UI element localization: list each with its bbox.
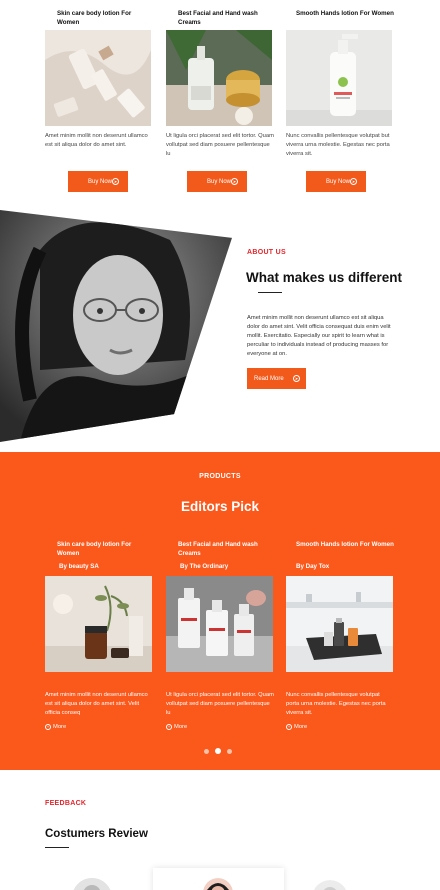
about-heading: What makes us different bbox=[246, 270, 403, 285]
customer-avatar-3 bbox=[313, 880, 347, 890]
arrow-right-circle-icon: ➤ bbox=[350, 178, 357, 185]
product-card: Best Facial and Hand wash Creams Ut ligu… bbox=[166, 0, 274, 162]
customer-avatar-2 bbox=[203, 878, 233, 890]
editors-pick-card: Smooth Hands lotion For Women By Day Tox… bbox=[286, 541, 394, 730]
product-description: Amet minim mollit non deserunt ullamco e… bbox=[45, 692, 148, 716]
buy-now-label: Buy Now bbox=[326, 178, 351, 185]
product-image bbox=[286, 576, 393, 672]
plus-circle-icon: + bbox=[166, 724, 172, 730]
product-brand: By Day Tox bbox=[296, 563, 330, 570]
carousel-dot-active[interactable] bbox=[215, 748, 221, 754]
feedback-label: FEEDBACK bbox=[45, 800, 87, 807]
woman-with-glasses-photo bbox=[0, 210, 232, 442]
plus-circle-icon: + bbox=[45, 724, 51, 730]
about-text: Amet minim mollit non deserunt ullamco e… bbox=[247, 315, 391, 357]
about-label: ABOUT US bbox=[247, 249, 286, 256]
product-description: Ut ligula orci placerat sed elit tortor.… bbox=[166, 692, 274, 716]
heading-underline bbox=[258, 292, 282, 294]
more-link[interactable]: + More bbox=[286, 724, 394, 730]
product-brand: By beauty SA bbox=[59, 563, 99, 570]
avatar bbox=[72, 878, 112, 890]
more-label: More bbox=[294, 724, 308, 730]
product-image bbox=[45, 30, 151, 126]
more-label: More bbox=[53, 724, 67, 730]
avatar bbox=[312, 880, 348, 890]
arrow-right-circle-icon: ➤ bbox=[231, 178, 238, 185]
amber-jar-photo bbox=[45, 576, 152, 672]
buy-now-label: Buy Now bbox=[88, 178, 113, 185]
heading-underline bbox=[45, 847, 69, 849]
hand-lotion-photo bbox=[286, 30, 392, 126]
product-card: Smooth Hands lotion For Women Nunc conva… bbox=[286, 0, 394, 162]
products-section: PRODUCTS Editors Pick Skin care body lot… bbox=[0, 452, 440, 770]
product-card: Skin care body lotion For Women Amet min… bbox=[45, 0, 153, 162]
about-photo bbox=[0, 210, 232, 442]
products-heading: Editors Pick bbox=[180, 499, 260, 514]
product-image bbox=[286, 30, 392, 126]
buy-now-button[interactable]: Buy Now ➤ bbox=[187, 171, 247, 192]
buy-now-button[interactable]: Buy Now ➤ bbox=[68, 171, 128, 192]
facial-wash-photo bbox=[166, 30, 272, 126]
review-card bbox=[153, 868, 284, 890]
editors-pick-card: Skin care body lotion For Women By beaut… bbox=[45, 541, 153, 730]
editors-pick-card: Best Facial and Hand wash Creams By The … bbox=[166, 541, 274, 730]
product-image bbox=[166, 576, 273, 672]
product-title: Skin care body lotion For Women bbox=[57, 541, 132, 557]
product-title: Best Facial and Hand wash Creams bbox=[178, 10, 258, 26]
serum-bottles-photo bbox=[166, 576, 273, 672]
product-image bbox=[166, 30, 272, 126]
more-link[interactable]: + More bbox=[166, 724, 274, 730]
product-description: Amet minim mollit non deserunt ullamco e… bbox=[45, 133, 148, 148]
feedback-heading: Costumers Review bbox=[45, 828, 148, 840]
plus-circle-icon: + bbox=[286, 724, 292, 730]
product-description: Nunc convallis pellentesque volutpat but… bbox=[286, 133, 390, 157]
carousel-dot[interactable] bbox=[227, 748, 232, 754]
more-link[interactable]: + More bbox=[45, 724, 153, 730]
arrow-right-circle-icon: ➤ bbox=[293, 375, 300, 382]
product-description: Ut ligula orci placerat sed elit tortor.… bbox=[166, 133, 274, 157]
carousel-dot[interactable] bbox=[204, 748, 209, 754]
about-section: ABOUT US What makes us different Amet mi… bbox=[0, 210, 440, 442]
product-brand: By The Ordinary bbox=[180, 563, 229, 570]
read-more-button[interactable]: Read More ➤ bbox=[247, 368, 306, 389]
top-products-section: Skin care body lotion For Women Amet min… bbox=[0, 0, 440, 200]
lotion-photo bbox=[45, 30, 151, 126]
avatar bbox=[203, 878, 233, 890]
buy-now-button[interactable]: Buy Now ➤ bbox=[306, 171, 366, 192]
more-label: More bbox=[174, 724, 188, 730]
carousel-dots bbox=[204, 748, 232, 754]
product-image bbox=[45, 576, 152, 672]
feedback-section: FEEDBACK Costumers Review bbox=[0, 770, 440, 890]
product-tray-photo bbox=[286, 576, 393, 672]
products-label: PRODUCTS bbox=[199, 473, 241, 480]
product-description: Nunc convallis pellentesque volutpat por… bbox=[286, 692, 386, 716]
product-title: Smooth Hands lotion For Women bbox=[296, 541, 394, 548]
read-more-label: Read More bbox=[254, 375, 284, 382]
product-title: Skin care body lotion For Women bbox=[57, 10, 132, 26]
buy-now-label: Buy Now bbox=[207, 178, 232, 185]
arrow-right-circle-icon: ➤ bbox=[112, 178, 119, 185]
customer-avatar-1 bbox=[73, 878, 111, 890]
product-title: Best Facial and Hand wash Creams bbox=[178, 541, 258, 557]
product-title: Smooth Hands lotion For Women bbox=[296, 10, 394, 17]
